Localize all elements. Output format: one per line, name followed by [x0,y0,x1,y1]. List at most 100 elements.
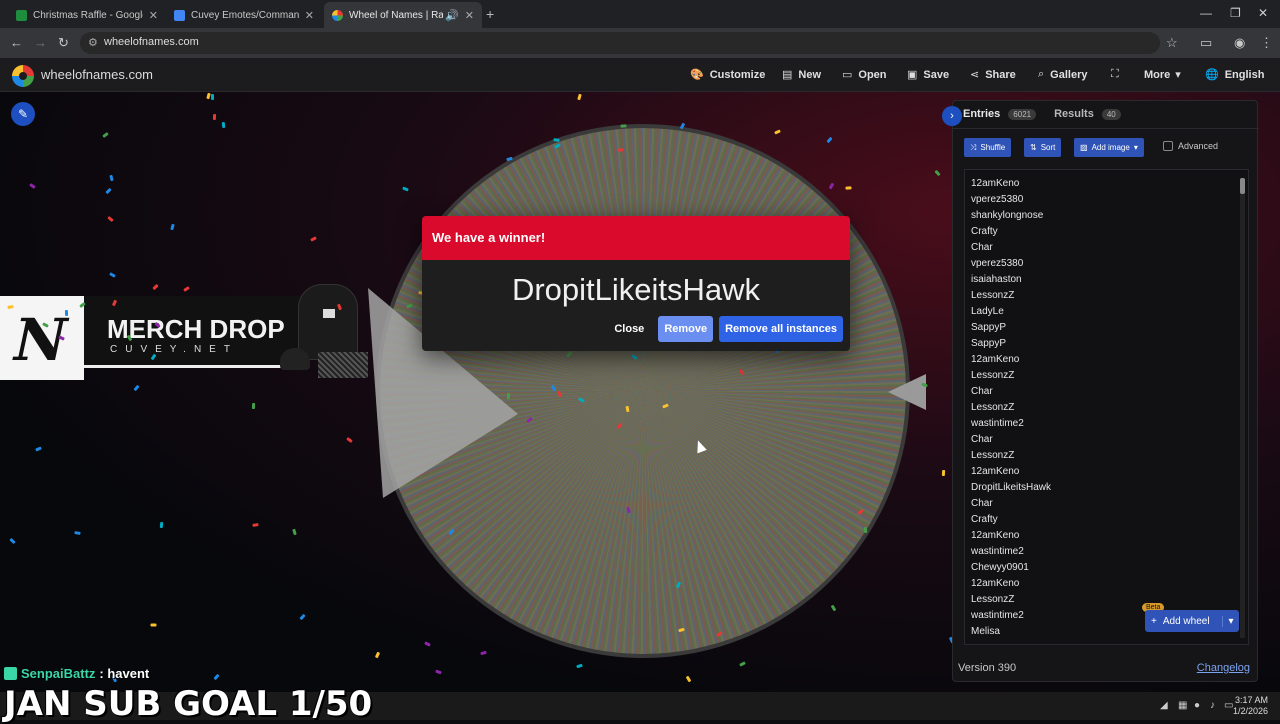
merch-title: MERCH DROP [107,314,285,344]
save-button[interactable]: ▣ Save [907,68,949,82]
advanced-checkbox[interactable] [1163,141,1173,151]
site-info-icon[interactable]: ⚙ [88,36,98,49]
new-button[interactable]: ▤ New [782,68,821,82]
scrollbar-thumb[interactable] [1240,178,1245,194]
sort-icon: ⇅ [1030,143,1037,152]
fullscreen-icon: ⛶ [1111,68,1119,80]
back-icon[interactable]: ← [10,35,23,50]
speaker-icon[interactable]: 🔊 [445,9,459,22]
profile-icon[interactable]: ◉ [1234,35,1245,51]
add-image-button[interactable]: ▨ Add image ▾ [1074,138,1144,157]
tab-title: Christmas Raffle - Google Shee [33,9,143,21]
entry-line: DropitLikeitsHawk [971,482,1052,493]
cast-icon[interactable]: ▭ [1200,35,1212,51]
reload-icon[interactable]: ↻ [58,35,69,51]
save-icon: ▣ [907,69,918,81]
share-icon: ⋖ [970,69,980,81]
gallery-button[interactable]: ⌕ Gallery [1038,68,1087,81]
customize-button[interactable]: 🎨 Customize [690,68,766,82]
language-button[interactable]: 🌐 English [1205,68,1264,82]
close-icon[interactable]: ✕ [465,9,474,22]
remove-all-instances-button[interactable]: Remove all instances [719,316,843,342]
minimize-icon[interactable]: — [1200,6,1212,20]
tab-divider [953,128,1259,129]
entry-line: LessonzZ [971,290,1015,301]
file-icon: ▤ [782,69,793,81]
browser-tab[interactable]: Christmas Raffle - Google Shee ✕ [8,2,166,28]
edit-pencil-icon[interactable]: ✎ [11,102,35,126]
confetti-piece [826,136,833,144]
entry-line: LessonzZ [971,402,1015,413]
system-clock[interactable]: 3:17 AM 1/2/2026 [1233,695,1268,717]
site-name[interactable]: wheelofnames.com [41,67,153,82]
confetti-piece [575,663,583,668]
confetti-piece [310,236,318,242]
entries-panel: › Entries 6021 Results 40 ⤨ Shuffle ⇅ Sort… [942,100,1259,682]
browser-tab-bar: Christmas Raffle - Google Shee ✕ Cuvey E… [0,0,1280,28]
chat-username: SenpaiBattz [21,666,96,681]
tab-entries[interactable]: Entries [963,108,1000,120]
confetti-piece [221,121,226,128]
palette-icon: 🎨 [690,69,704,81]
add-image-label: Add image [1091,143,1130,152]
browser-tab[interactable]: Cuvey Emotes/Commands - Go ✕ [166,2,322,28]
url-field[interactable]: ⚙ wheelofnames.com ☆ [80,32,1178,54]
merch-subtitle: CUVEY.NET [110,344,238,355]
open-button[interactable]: ▭ Open [842,68,887,82]
sort-button[interactable]: ⇅ Sort [1024,138,1062,157]
restore-icon[interactable]: ❐ [1230,6,1241,20]
entries-count-badge: 6021 [1008,108,1037,120]
security-icon[interactable]: ● [1194,700,1200,711]
tab-results[interactable]: Results [1054,108,1094,120]
close-icon[interactable]: ✕ [305,9,314,22]
customize-label: Customize [709,68,766,81]
scrollbar[interactable] [1240,178,1245,638]
confetti-piece [292,528,298,535]
entry-line: shankylongnose [971,210,1044,221]
confetti-piece [830,604,837,612]
entries-textarea[interactable]: 12amKeno vperez5380 shankylongnose Crafty Ch… [964,169,1249,645]
add-wheel-button[interactable]: + Add wheel ▾ [1145,610,1239,632]
confetti-piece [252,522,259,527]
more-button[interactable]: More ▾ [1144,68,1181,82]
changelog-link[interactable]: Changelog [1197,662,1250,674]
entry-line: 12amKeno [971,530,1020,541]
confetti-piece [8,538,16,545]
entry-line: LessonzZ [971,594,1015,605]
chevron-down-icon[interactable]: ▾ [1221,615,1234,627]
close-button[interactable]: Close [606,317,652,341]
add-wheel-label: Add wheel [1162,615,1210,627]
confetti-piece [65,309,69,316]
bag-image [318,352,368,378]
network-icon[interactable]: ◢ [1160,700,1168,711]
confetti-piece [506,157,514,162]
wheel-logo-icon[interactable] [12,65,34,87]
docs-icon [174,9,185,21]
collapse-chevron-icon[interactable]: › [942,106,962,126]
tab-title: Cuvey Emotes/Commands - Go [191,9,299,21]
volume-icon[interactable]: ♪ [1210,700,1215,711]
entry-line: Char [971,498,993,509]
confetti-piece [28,183,36,190]
share-button[interactable]: ⋖ Share [970,68,1016,82]
entry-line: vperez5380 [971,194,1024,205]
remove-button[interactable]: Remove [658,316,714,342]
confetti-piece [109,175,114,182]
forward-icon[interactable]: → [34,35,47,50]
bookmark-star-icon[interactable]: ☆ [1166,35,1178,51]
advanced-toggle[interactable]: Advanced [1163,141,1218,151]
browser-tab-active[interactable]: Wheel of Names | Random 🔊 ✕ [324,2,482,28]
fullscreen-button[interactable]: ⛶ [1111,68,1125,81]
tray-icon[interactable]: ▦ [1178,700,1187,711]
entry-line: Crafty [971,226,998,237]
confetti-piece [739,661,747,667]
plus-icon: + [1151,615,1157,627]
confetti-piece [160,521,164,528]
browser-menu-icon[interactable]: ⋮ [1260,35,1273,51]
close-icon[interactable]: ✕ [149,9,158,22]
new-tab-icon[interactable]: + [486,6,494,22]
confetti-piece [506,392,510,399]
shuffle-button[interactable]: ⤨ Shuffle [964,138,1012,157]
entry-line: wastintime2 [971,546,1024,557]
window-close-icon[interactable]: ✕ [1258,6,1268,20]
